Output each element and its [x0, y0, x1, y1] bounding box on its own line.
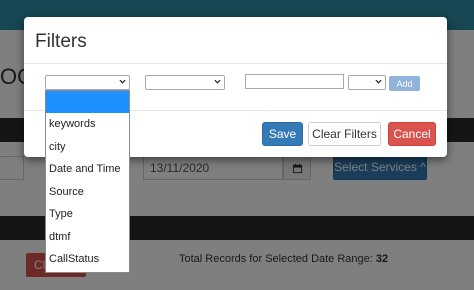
add-filter-button[interactable]: Add — [389, 76, 420, 91]
filter-value-input[interactable] — [245, 74, 344, 89]
field-select-dropdown: keywords city Date and Time Source Type … — [45, 90, 130, 273]
modal-title: Filters — [35, 31, 87, 52]
chevron-down-icon — [375, 79, 382, 84]
chevron-down-icon — [214, 79, 221, 84]
dropdown-option-type[interactable]: Type — [46, 203, 129, 226]
clear-filters-button[interactable]: Clear Filters — [308, 122, 381, 146]
cancel-button[interactable]: Cancel — [388, 122, 436, 146]
modal-header-divider — [24, 63, 447, 64]
dropdown-option-date-and-time[interactable]: Date and Time — [46, 158, 129, 181]
dropdown-option-dtmf[interactable]: dtmf — [46, 226, 129, 249]
dropdown-option-source[interactable]: Source — [46, 181, 129, 204]
dropdown-option-callstatus[interactable]: CallStatus — [46, 248, 129, 271]
dropdown-option-keywords[interactable]: keywords — [46, 113, 129, 136]
chevron-down-icon — [119, 79, 126, 84]
condition-select[interactable] — [348, 75, 386, 90]
operator-select[interactable] — [145, 75, 225, 90]
field-select[interactable] — [45, 75, 130, 90]
save-button[interactable]: Save — [262, 122, 303, 146]
dropdown-option-city[interactable]: city — [46, 136, 129, 159]
dropdown-option[interactable] — [46, 91, 129, 113]
